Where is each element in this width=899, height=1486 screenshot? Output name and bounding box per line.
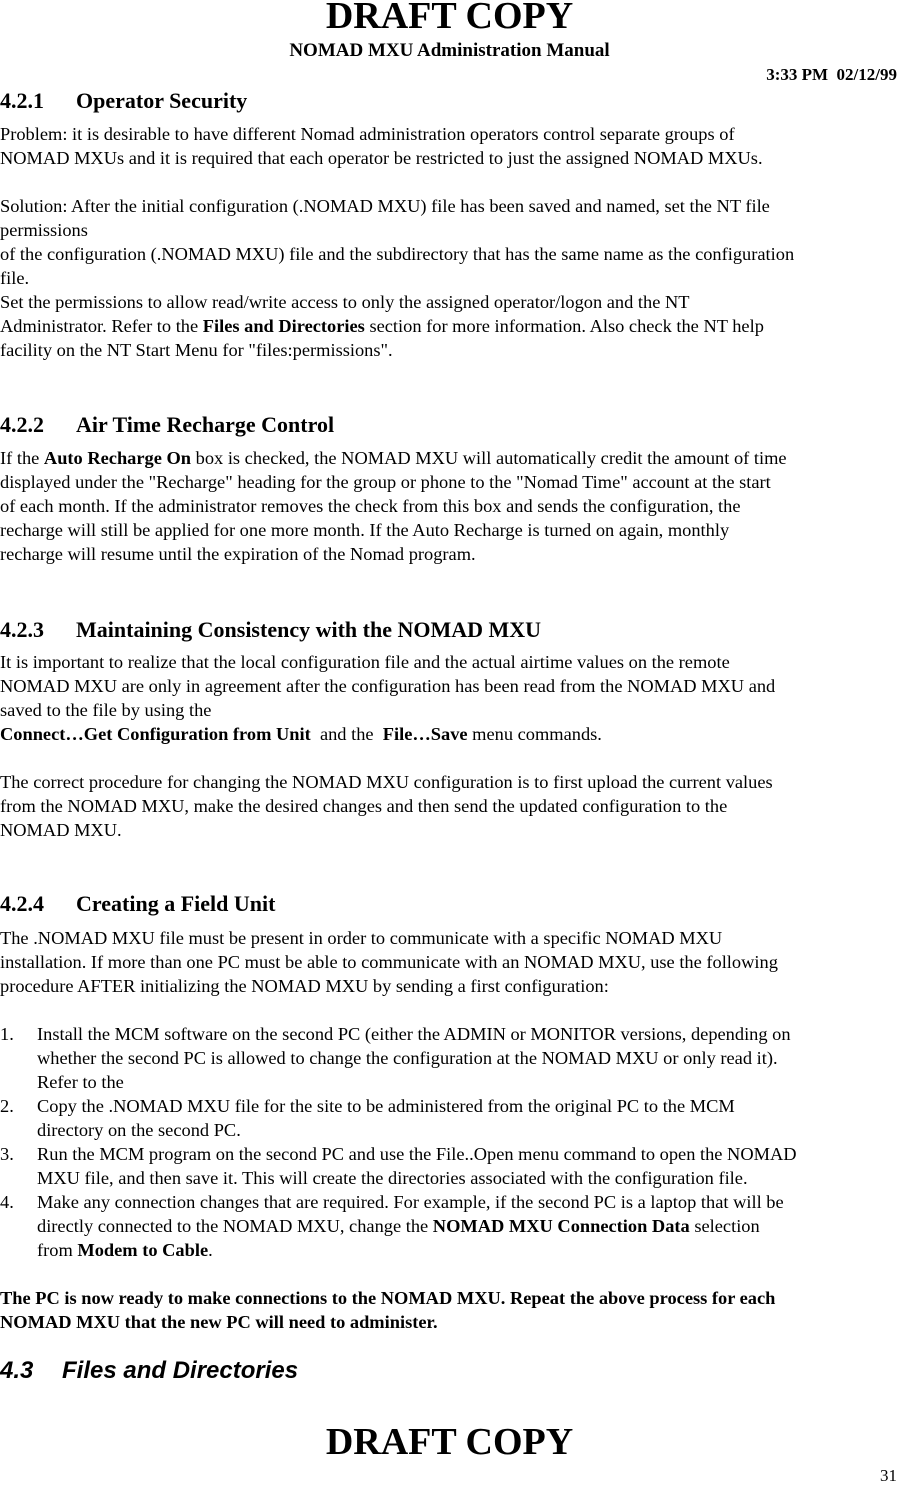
page-number: 31 <box>880 1466 897 1485</box>
paragraph-line: recharge will resume until the expiratio… <box>0 544 476 564</box>
paragraph-line: installation. If more than one PC must b… <box>0 952 778 972</box>
time: 3:33 PM <box>766 65 829 84</box>
paragraph-line: Set the permissions to allow read/write … <box>0 292 690 312</box>
list-number: 3. <box>0 1144 14 1164</box>
paragraph-line: The correct procedure for changing the N… <box>0 772 773 792</box>
menu-command: File…Save <box>382 724 468 744</box>
section-heading-4-2-3: 4.2.3 Maintaining Consistency with the NO… <box>0 617 541 643</box>
list-text: Refer to the <box>37 1072 124 1092</box>
section-title: Air Time Recharge Control <box>76 412 335 437</box>
text-run: selection <box>689 1216 760 1236</box>
section-title: Creating a Field Unit <box>76 891 276 916</box>
paragraph-line: Solution: After the initial configuratio… <box>0 196 770 216</box>
list-number: 2. <box>0 1096 14 1116</box>
paragraph-line: NOMAD MXU. <box>0 820 122 840</box>
list-text: Run the MCM program on the second PC and… <box>37 1144 797 1164</box>
menu-command: Connect…Get Configuration from Unit <box>0 724 311 744</box>
bold-term: NOMAD MXU Connection Data <box>432 1216 690 1236</box>
list-text: MXU file, and then save it. This will cr… <box>37 1168 748 1188</box>
list-number: 4. <box>0 1192 14 1212</box>
section-heading-4-2-1: 4.2.1 Operator Security <box>0 88 247 114</box>
list-text: directory on the second PC. <box>37 1120 241 1140</box>
text-run: Administrator. Refer to the <box>0 316 203 336</box>
section-heading-4-2-2: 4.2.2 Air Time Recharge Control <box>0 412 334 438</box>
section-title: Operator Security <box>76 88 248 113</box>
list-number: 1. <box>0 1024 14 1044</box>
paragraph-line: NOMAD MXUs and it is required that each … <box>0 148 763 168</box>
section-number: 4.2.3 <box>0 617 44 642</box>
text-run: . <box>208 1240 213 1260</box>
draft-watermark-bottom: DRAFT COPY <box>325 1421 574 1463</box>
text-run: and the <box>310 724 383 744</box>
paragraph-line: Administrator. Refer to the Files and Di… <box>0 314 899 338</box>
paragraph-line: The .NOMAD MXU file must be present in o… <box>0 928 723 948</box>
text-run: menu commands. <box>467 724 602 744</box>
paragraph-line: permissions <box>0 220 88 240</box>
paragraph-line: Problem: it is desirable to have differe… <box>0 124 735 144</box>
paragraph-line: displayed under the "Recharge" heading f… <box>0 472 771 492</box>
section-title: Maintaining Consistency with the NOMAD M… <box>76 617 542 642</box>
section-heading-4-2-4: 4.2.4 Creating a Field Unit <box>0 891 275 917</box>
section-number: 4.3 <box>0 1357 34 1384</box>
paragraph-line: of each month. If the administrator remo… <box>0 496 741 516</box>
list-text: from Modem to Cable. <box>37 1238 213 1262</box>
paragraph-line: NOMAD MXU are only in agreement after th… <box>0 676 776 696</box>
list-text: Make any connection changes that are req… <box>37 1192 784 1212</box>
paragraph-line: saved to the file by using the <box>0 700 212 720</box>
text-run: directly connected to the NOMAD MXU, cha… <box>37 1216 433 1236</box>
section-heading-4-3: 4.3 Files and Directories <box>0 1357 298 1385</box>
paragraph-line: recharge will still be applied for one m… <box>0 520 730 540</box>
section-number: 4.2.4 <box>0 891 44 916</box>
paragraph-line: It is important to realize that the loca… <box>0 652 730 672</box>
paragraph-line: procedure AFTER initializing the NOMAD M… <box>0 976 609 996</box>
date: 02/12/99 <box>836 65 897 84</box>
text-run: If the <box>0 448 44 468</box>
paragraph-line: of the configuration (.NOMAD MXU) file a… <box>0 244 795 264</box>
section-number: 4.2.2 <box>0 412 44 437</box>
closing-note: The PC is now ready to make connections … <box>0 1288 776 1308</box>
section-title: Files and Directories <box>62 1357 299 1384</box>
cross-reference-link[interactable]: Files and Directories <box>203 316 365 336</box>
list-text: whether the second PC is allowed to chan… <box>37 1048 778 1068</box>
manual-title: NOMAD MXU Administration Manual <box>289 40 610 61</box>
draft-watermark-top: DRAFT COPY <box>325 0 574 37</box>
paragraph-line: If the Auto Recharge On box is checked, … <box>0 446 899 470</box>
text-run: section for more information. Also check… <box>364 316 764 336</box>
bold-term: Auto Recharge On <box>43 448 192 468</box>
closing-note: NOMAD MXU that the new PC will need to a… <box>0 1312 438 1332</box>
paragraph-line: Connect…Get Configuration from Unit and … <box>0 722 899 746</box>
list-text: directly connected to the NOMAD MXU, cha… <box>37 1214 760 1238</box>
paragraph-line: facility on the NT Start Menu for "files… <box>0 340 393 360</box>
section-number: 4.2.1 <box>0 88 44 113</box>
paragraph-line: file. <box>0 268 30 288</box>
list-text: Install the MCM software on the second P… <box>37 1024 791 1044</box>
text-run: from <box>37 1240 78 1260</box>
timestamp: 3:33 PM 02/12/99 <box>766 65 897 85</box>
text-run: box is checked, the NOMAD MXU will autom… <box>191 448 787 468</box>
bold-term: Modem to Cable <box>77 1240 209 1260</box>
paragraph-line: from the NOMAD MXU, make the desired cha… <box>0 796 728 816</box>
list-text: Copy the .NOMAD MXU file for the site to… <box>37 1096 735 1116</box>
